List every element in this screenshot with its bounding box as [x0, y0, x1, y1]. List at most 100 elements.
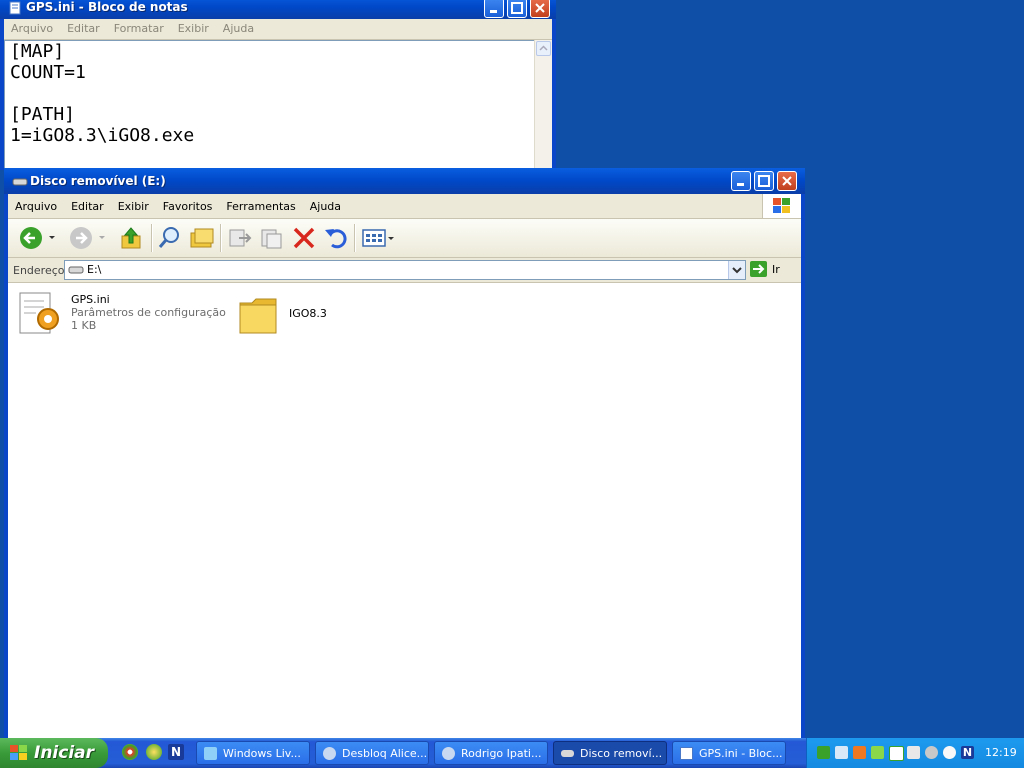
delete-button[interactable]	[290, 225, 318, 251]
search-button[interactable]	[156, 225, 184, 251]
system-tray: N 12:19	[806, 738, 1024, 768]
notepad-icon	[680, 747, 693, 760]
n-app-icon[interactable]: N	[168, 744, 184, 760]
notepad-text-area[interactable]: [MAP] COUNT=1 [PATH] 1=iGO8.3\iGO8.exe	[4, 40, 552, 170]
tray-n-app-icon[interactable]: N	[961, 746, 974, 759]
minimize-icon	[737, 183, 744, 186]
task-label: Desbloq Alice...	[342, 747, 426, 760]
address-bar: Endereço E:\ Ir	[8, 258, 801, 283]
move-to-icon	[229, 229, 252, 247]
up-folder-button[interactable]	[118, 225, 146, 251]
explorer-title-bar[interactable]: Disco removível (E:)	[4, 168, 805, 194]
go-label: Ir	[772, 263, 780, 276]
notepad-menu-editar[interactable]: Editar	[60, 19, 107, 38]
tray-volume-icon[interactable]	[925, 746, 938, 759]
maximize-icon	[511, 2, 523, 14]
task-gps-ini-notepad[interactable]: GPS.ini - Bloc...	[672, 741, 786, 765]
folder-name: IGO8.3	[289, 307, 327, 320]
removable-drive-icon	[12, 178, 28, 186]
menu-editar[interactable]: Editar	[64, 194, 111, 219]
menu-ajuda[interactable]: Ajuda	[303, 194, 348, 219]
go-arrow-icon	[750, 261, 767, 277]
notepad-icon	[9, 1, 21, 15]
text-line: COUNT=1	[10, 62, 86, 83]
clock[interactable]: 12:19	[985, 746, 1017, 759]
quick-launch-globe-icon[interactable]	[146, 744, 162, 760]
explorer-maximize-button[interactable]	[754, 171, 774, 191]
windows-flag-icon	[10, 745, 27, 760]
list-item[interactable]: GPS.ini Parâmetros de configuração 1 KB	[16, 289, 226, 339]
menu-ferramentas[interactable]: Ferramentas	[219, 194, 302, 219]
tray-app-icon[interactable]	[907, 746, 920, 759]
task-label: Windows Liv...	[223, 747, 301, 760]
tray-messenger-icon[interactable]	[889, 746, 904, 761]
up-folder-icon	[121, 227, 141, 249]
explorer-toolbar	[8, 219, 801, 258]
undo-button[interactable]	[322, 225, 350, 251]
notepad-vertical-scrollbar[interactable]	[534, 40, 552, 170]
notepad-window[interactable]: GPS.ini - Bloco de notas Arquivo Editar Fo…	[0, 0, 556, 170]
notepad-menu-formatar[interactable]: Formatar	[107, 19, 171, 38]
move-to-button[interactable]	[226, 225, 254, 251]
notepad-menu-arquivo[interactable]: Arquivo	[4, 19, 60, 38]
address-value: E:\	[87, 263, 102, 276]
address-label: Endereço	[13, 264, 65, 277]
menu-favoritos[interactable]: Favoritos	[156, 194, 220, 219]
explorer-menu-bar: Arquivo Editar Exibir Favoritos Ferramentas A…	[8, 194, 801, 219]
explorer-close-button[interactable]	[777, 171, 797, 191]
chrome-icon[interactable]	[122, 744, 138, 760]
maximize-icon	[758, 175, 770, 187]
minimize-icon	[490, 10, 497, 13]
search-icon	[158, 227, 179, 248]
toolbar-separator	[354, 224, 356, 252]
tray-app-icon[interactable]	[853, 746, 866, 759]
explorer-window[interactable]: Disco removível (E:) Arquivo Editar Exibir…	[4, 168, 805, 741]
text-line: [PATH]	[10, 104, 76, 125]
messenger-icon	[323, 747, 336, 760]
menu-arquivo[interactable]: Arquivo	[8, 194, 64, 219]
removable-drive-icon	[68, 266, 84, 274]
copy-to-button[interactable]	[258, 225, 286, 251]
notepad-title-bar[interactable]: GPS.ini - Bloco de notas	[0, 0, 556, 19]
notepad-minimize-button[interactable]	[484, 0, 504, 18]
forward-arrow-icon	[70, 227, 105, 249]
back-button[interactable]	[18, 225, 58, 251]
notepad-title: GPS.ini - Bloco de notas	[26, 0, 188, 14]
task-label: Rodrigo Ipati...	[461, 747, 542, 760]
forward-button[interactable]	[68, 225, 108, 251]
explorer-minimize-button[interactable]	[731, 171, 751, 191]
address-input[interactable]: E:\	[64, 260, 746, 280]
address-dropdown-button[interactable]	[728, 261, 745, 279]
task-windows-live[interactable]: Windows Liv...	[196, 741, 310, 765]
ini-file-icon	[19, 292, 59, 334]
messenger-icon	[442, 747, 455, 760]
scroll-up-button[interactable]	[536, 41, 551, 56]
removable-drive-icon	[561, 750, 574, 757]
file-name: GPS.ini	[71, 293, 110, 306]
list-item[interactable]: IGO8.3	[236, 289, 356, 339]
menu-exibir[interactable]: Exibir	[111, 194, 156, 219]
notepad-menu-exibir[interactable]: Exibir	[171, 19, 216, 38]
tray-usb-icon[interactable]	[871, 746, 884, 759]
notepad-close-button[interactable]	[530, 0, 550, 18]
task-rodrigo-ipati[interactable]: Rodrigo Ipati...	[434, 741, 548, 765]
notepad-maximize-button[interactable]	[507, 0, 527, 18]
task-disco-removivel[interactable]: Disco removí...	[553, 741, 667, 765]
text-line	[10, 83, 551, 104]
notepad-menu-ajuda[interactable]: Ajuda	[216, 19, 261, 38]
file-list[interactable]: GPS.ini Parâmetros de configuração 1 KB …	[8, 283, 801, 741]
start-button[interactable]: Iniciar	[0, 738, 108, 768]
windows-flag-icon	[773, 198, 790, 213]
text-line: [MAP]	[10, 41, 65, 62]
views-button[interactable]	[360, 225, 396, 251]
text-line: 1=iGO8.3\iGO8.exe	[10, 125, 195, 146]
tray-app-icon[interactable]	[943, 746, 956, 759]
windows-live-icon	[204, 747, 217, 760]
folder-icon	[239, 298, 277, 334]
tray-security-icon[interactable]	[817, 746, 830, 759]
task-desbloq-alice[interactable]: Desbloq Alice...	[315, 741, 429, 765]
folders-button[interactable]	[188, 225, 216, 251]
tray-network-icon[interactable]	[835, 746, 848, 759]
back-arrow-icon	[20, 227, 55, 249]
toolbar-separator	[220, 224, 222, 252]
